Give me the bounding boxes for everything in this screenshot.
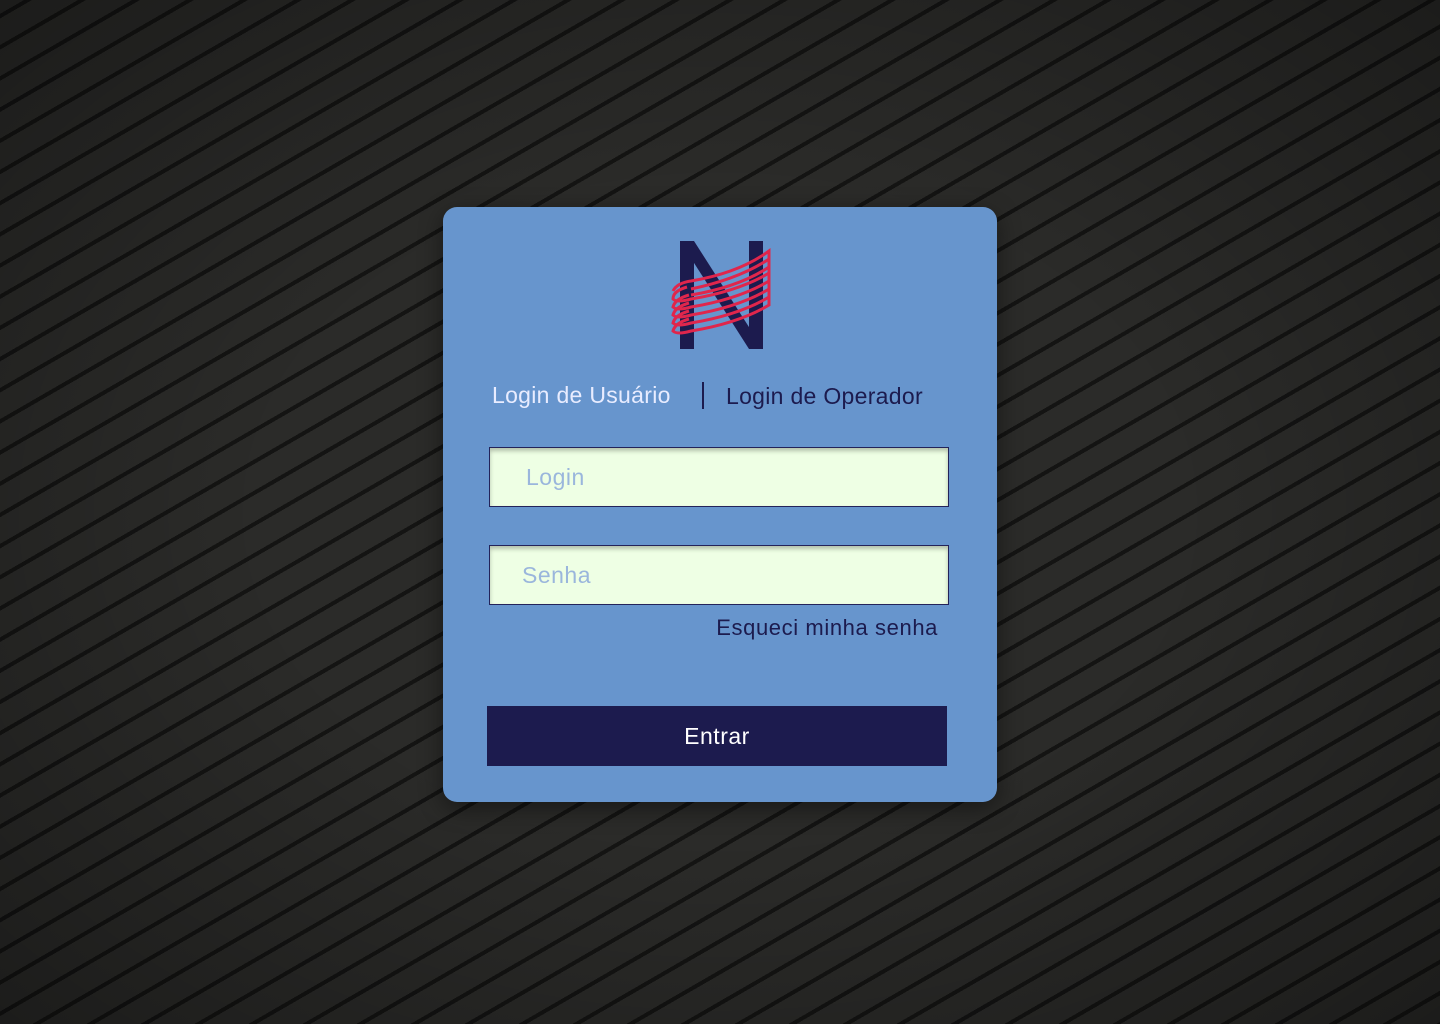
n-logo-icon (671, 241, 771, 349)
login-card: Login de Usuário Login de Operador Esque… (443, 207, 997, 802)
tab-user-login[interactable]: Login de Usuário (492, 379, 671, 411)
tab-divider (702, 382, 704, 409)
forgot-password-link[interactable]: Esqueci minha senha (716, 615, 938, 641)
tab-operator-login[interactable]: Login de Operador (726, 380, 923, 412)
login-type-tabs: Login de Usuário Login de Operador (443, 379, 997, 413)
login-input[interactable] (489, 447, 949, 507)
password-input[interactable] (489, 545, 949, 605)
submit-button[interactable]: Entrar (487, 706, 947, 766)
